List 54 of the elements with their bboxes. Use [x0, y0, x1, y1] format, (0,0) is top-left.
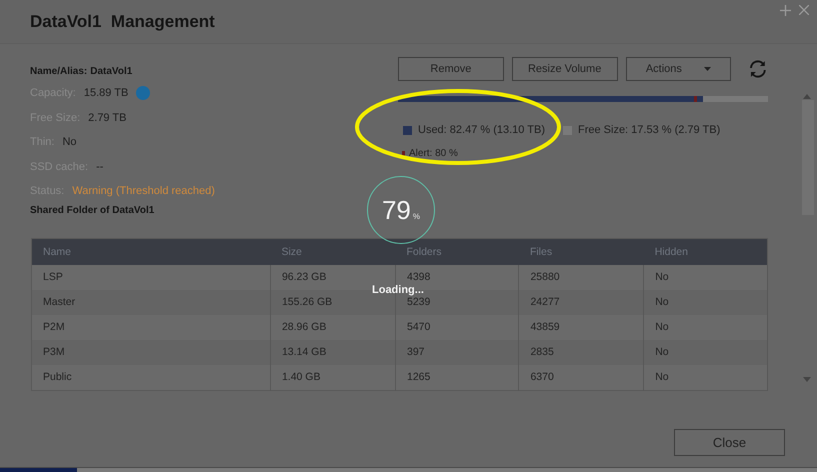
- plus-icon[interactable]: [780, 5, 791, 16]
- table-cell: No: [644, 364, 768, 390]
- table-cell: No: [644, 290, 768, 314]
- scroll-down-icon[interactable]: [803, 377, 811, 382]
- table-cell: 2835: [518, 340, 644, 364]
- toolbar-button[interactable]: Actions: [626, 57, 732, 81]
- table-cell: 6370: [518, 364, 644, 390]
- toolbar-button[interactable]: Resize Volume: [512, 57, 618, 81]
- table-cell: No: [644, 340, 768, 364]
- legend-label: Used: 82.47 % (13.10 TB): [418, 124, 545, 136]
- column-header[interactable]: Folders: [396, 238, 519, 264]
- table-cell: P3M: [32, 340, 270, 364]
- table-cell: No: [644, 314, 768, 340]
- table-cell: 25880: [518, 264, 644, 290]
- close-icon[interactable]: [799, 5, 809, 15]
- progress-value: 79: [382, 194, 411, 226]
- close-button[interactable]: Close: [674, 428, 785, 456]
- legend-label: Free Size: 17.53 % (2.79 TB): [578, 124, 720, 136]
- window-title: DataVol1 Management: [30, 12, 216, 32]
- table-cell: 13.14 GB: [270, 340, 396, 364]
- table-cell: Master: [32, 290, 270, 314]
- scrollbar-thumb[interactable]: [802, 100, 814, 215]
- table-cell: 1265: [396, 364, 519, 390]
- field-value: --: [96, 160, 104, 173]
- field-value: 15.89 TB: [84, 87, 128, 100]
- used-swatch: [403, 126, 412, 134]
- table-cell: P2M: [32, 314, 270, 340]
- table-cell: Public: [32, 364, 270, 390]
- table-cell: 1.40 GB: [270, 364, 396, 390]
- column-header[interactable]: Size: [270, 238, 396, 264]
- status-value: Warning (Threshold reached): [72, 185, 215, 198]
- info-icon[interactable]: [136, 86, 150, 100]
- toolbar-button[interactable]: Remove: [398, 57, 504, 81]
- section-title: Shared Folder of DataVol1: [30, 204, 156, 216]
- field-value: DataVol1: [90, 66, 132, 76]
- legend-label: Alert: 80 %: [409, 148, 458, 159]
- taskbar-item[interactable]: [0, 468, 77, 472]
- alert-swatch: [402, 150, 405, 156]
- table-cell: 43859: [518, 314, 644, 340]
- percent-unit: %: [412, 212, 420, 220]
- column-header[interactable]: Hidden: [644, 238, 768, 264]
- table-cell: 5470: [396, 314, 519, 340]
- field-value: No: [62, 136, 77, 148]
- table-cell: 24277: [518, 290, 644, 314]
- column-header[interactable]: Files: [518, 238, 644, 264]
- table-cell: LSP: [32, 264, 270, 290]
- field-label: Name/Alias:: [30, 66, 88, 76]
- table-cell: 28.96 GB: [270, 314, 396, 340]
- free-swatch: [562, 126, 572, 134]
- column-header[interactable]: Name: [32, 238, 270, 264]
- table-cell: No: [644, 264, 768, 290]
- table-cell: 397: [396, 340, 519, 364]
- field-value: 2.79 TB: [88, 112, 126, 124]
- refresh-icon[interactable]: [748, 59, 768, 79]
